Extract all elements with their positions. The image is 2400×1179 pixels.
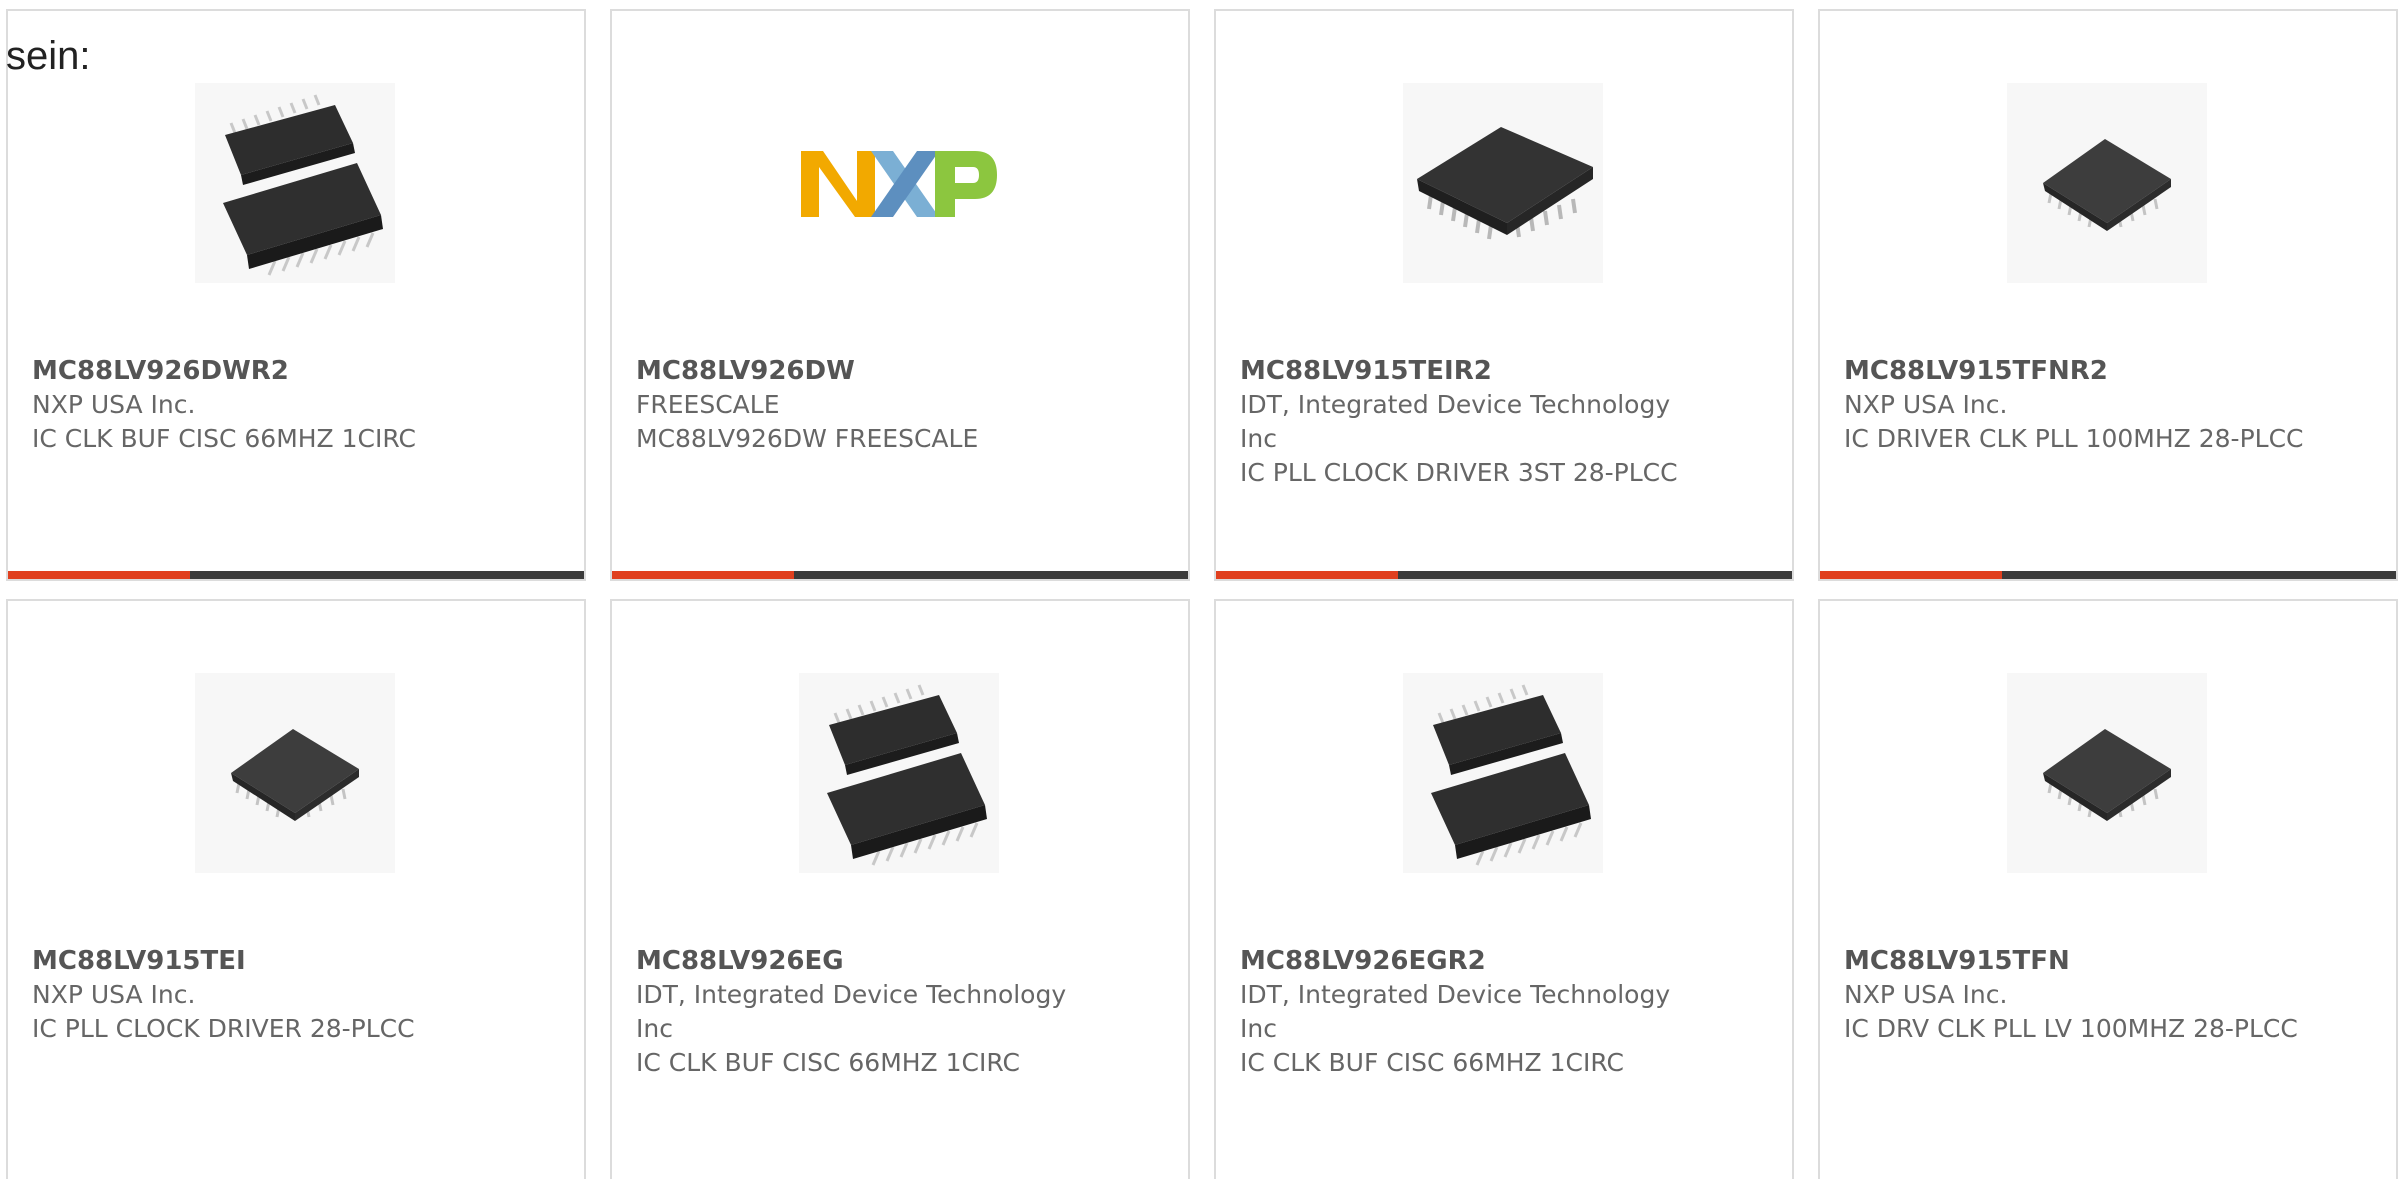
manufacturer: NXP USA Inc. (32, 390, 196, 419)
product-card[interactable]: MC88LV926EGR2 IDT, Integrated Device Tec… (1214, 599, 1794, 1179)
part-number-link[interactable]: MC88LV915TEI (32, 944, 492, 978)
product-card[interactable]: MC88LV926EG IDT, Integrated Device Techn… (610, 599, 1190, 1179)
manufacturer: FREESCALE (636, 390, 780, 419)
part-number-link[interactable]: MC88LV926EG (636, 944, 1096, 978)
card-accent-bar (612, 571, 1188, 579)
description: IC PLL CLOCK DRIVER 3ST 28-PLCC (1240, 458, 1678, 487)
description: IC PLL CLOCK DRIVER 28-PLCC (32, 1014, 415, 1043)
manufacturer: IDT, Integrated Device Technology Inc (636, 980, 1067, 1043)
manufacturer: NXP USA Inc. (1844, 390, 2008, 419)
description: IC CLK BUF CISC 66MHZ 1CIRC (32, 424, 416, 453)
product-card[interactable]: MC88LV915TFNR2 NXP USA Inc. IC DRIVER CL… (1818, 9, 2398, 581)
plcc-chip-small-image[interactable] (2007, 673, 2207, 873)
manufacturer: IDT, Integrated Device Technology Inc (1240, 390, 1671, 453)
part-number-link[interactable]: MC88LV915TEIR2 (1240, 354, 1700, 388)
plcc-chip-large-image[interactable] (1403, 83, 1603, 283)
part-number-link[interactable]: MC88LV915TFNR2 (1844, 354, 2304, 388)
card-accent-bar (8, 571, 584, 579)
part-number-link[interactable]: MC88LV926DWR2 (32, 354, 492, 388)
description: IC DRIVER CLK PLL 100MHZ 28-PLCC (1844, 424, 2304, 453)
part-number-link[interactable]: MC88LV915TFN (1844, 944, 2304, 978)
card-accent-bar (1820, 571, 2396, 579)
card-accent-bar (1216, 571, 1792, 579)
logo-text: NXP (898, 252, 900, 254)
product-card[interactable]: MC88LV915TEIR2 IDT, Integrated Device Te… (1214, 9, 1794, 581)
description: MC88LV926DW FREESCALE (636, 424, 979, 453)
plcc-chip-small-image[interactable] (2007, 83, 2207, 283)
plcc-chip-small-image[interactable] (195, 673, 395, 873)
product-card[interactable]: NXP MC88LV926DW FREESCALE MC88LV926DW FR… (610, 9, 1190, 581)
section-heading: sein: (6, 34, 91, 78)
manufacturer: IDT, Integrated Device Technology Inc (1240, 980, 1671, 1043)
nxp-logo-image[interactable]: NXP (799, 83, 999, 283)
description: IC CLK BUF CISC 66MHZ 1CIRC (636, 1048, 1020, 1077)
part-number-link[interactable]: MC88LV926EGR2 (1240, 944, 1700, 978)
product-card[interactable]: MC88LV915TFN NXP USA Inc. IC DRV CLK PLL… (1818, 599, 2398, 1179)
soic-chip-pair-image[interactable] (799, 673, 999, 873)
soic-chip-pair-image[interactable] (195, 83, 395, 283)
product-card[interactable]: MC88LV915TEI NXP USA Inc. IC PLL CLOCK D… (6, 599, 586, 1179)
manufacturer: NXP USA Inc. (1844, 980, 2008, 1009)
soic-chip-pair-image[interactable] (1403, 673, 1603, 873)
manufacturer: NXP USA Inc. (32, 980, 196, 1009)
description: IC DRV CLK PLL LV 100MHZ 28-PLCC (1844, 1014, 2298, 1043)
product-card[interactable]: MC88LV926DWR2 NXP USA Inc. IC CLK BUF CI… (6, 9, 586, 581)
description: IC CLK BUF CISC 66MHZ 1CIRC (1240, 1048, 1624, 1077)
part-number-link[interactable]: MC88LV926DW (636, 354, 1096, 388)
